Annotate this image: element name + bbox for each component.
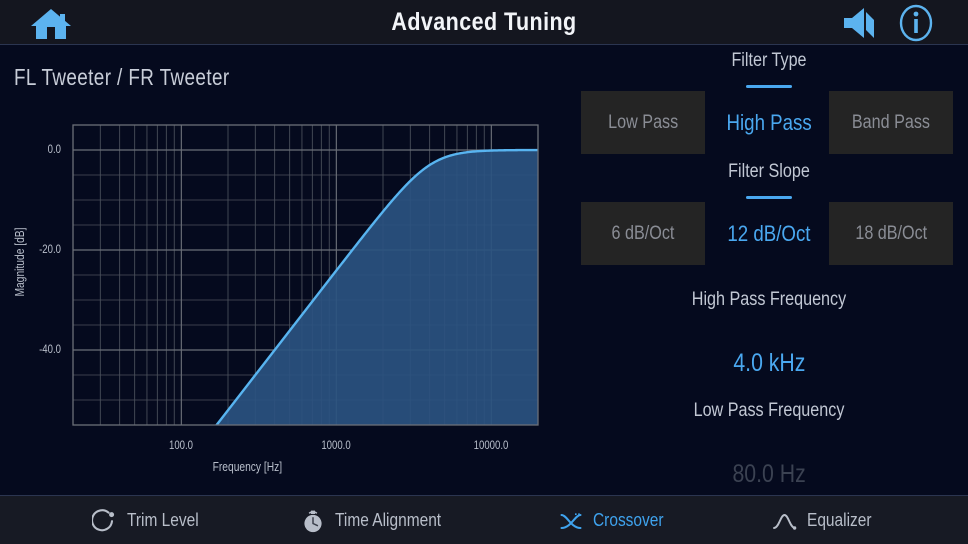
tab-time-alignment[interactable]: Time Alignment xyxy=(300,496,458,544)
filter-slope-option-6db-label: 6 dB/Oct xyxy=(611,223,675,244)
low-pass-frequency-value[interactable]: 80.0 Hz xyxy=(570,460,968,489)
tab-crossover-label: Crossover xyxy=(593,510,664,530)
high-pass-frequency-value[interactable]: 4.0 kHz xyxy=(570,349,968,378)
top-bar: Advanced Tuning xyxy=(0,0,968,45)
tab-equalizer-label: Equalizer xyxy=(807,510,872,530)
info-button[interactable] xyxy=(894,3,938,43)
filter-type-option-low-pass[interactable]: Low Pass xyxy=(581,91,705,154)
y-axis-label: Magnitude [dB] xyxy=(13,227,27,297)
filter-type-selection-indicator xyxy=(746,85,792,88)
filter-slope-option-6db[interactable]: 6 dB/Oct xyxy=(581,202,705,265)
x-tick-label: 1000.0 xyxy=(321,438,352,452)
channel-title: FL Tweeter / FR Tweeter xyxy=(14,64,230,90)
high-pass-frequency-value-text: 4.0 kHz xyxy=(732,349,806,377)
bottom-tab-bar: Trim Level Time Alignment Crossover Equa… xyxy=(0,495,968,544)
filter-type-option-band-pass[interactable]: Band Pass xyxy=(829,91,953,154)
low-pass-frequency-value-text: 80.0 Hz xyxy=(732,460,806,488)
filter-slope-selection-indicator xyxy=(746,196,792,199)
filter-type-option-low-pass-label: Low Pass xyxy=(607,112,679,133)
x-tick-label: 10000.0 xyxy=(473,438,509,452)
info-icon xyxy=(899,4,933,42)
filter-type-option-band-pass-label: Band Pass xyxy=(851,112,931,133)
y-tick-label: -40.0 xyxy=(39,342,61,356)
trim-level-icon xyxy=(92,508,115,531)
x-axis-label: Frequency [Hz] xyxy=(212,460,283,474)
tab-trim-level-label: Trim Level xyxy=(127,510,199,530)
advanced-tuning-screen: Advanced Tuning FL Tweeter / FR Tweeter xyxy=(0,0,968,544)
filter-type-option-high-pass-label: High Pass xyxy=(726,110,812,135)
tab-time-alignment-label: Time Alignment xyxy=(335,510,442,530)
high-pass-frequency-label: High Pass Frequency xyxy=(691,289,847,310)
filter-type-option-high-pass[interactable]: High Pass xyxy=(689,91,849,154)
speaker-button[interactable] xyxy=(840,6,884,40)
filter-slope-option-12db-label: 12 dB/Oct xyxy=(727,221,811,246)
filter-slope-label: Filter Slope xyxy=(728,161,810,182)
stopwatch-icon xyxy=(304,510,322,532)
speaker-icon xyxy=(844,8,874,38)
frequency-response-chart: Magnitude [dB] Frequency [Hz] 100.0 1000.… xyxy=(0,100,570,490)
plot-svg xyxy=(72,124,539,426)
response-fill xyxy=(73,150,538,425)
equalizer-icon xyxy=(773,513,797,530)
page-title: Advanced Tuning xyxy=(391,8,577,36)
tab-crossover[interactable]: Crossover xyxy=(558,496,675,544)
x-tick-label: 100.0 xyxy=(169,438,194,452)
y-tick-label: -20.0 xyxy=(39,242,61,256)
crossover-icon xyxy=(560,512,582,529)
filter-slope-option-18db[interactable]: 18 dB/Oct xyxy=(829,202,953,265)
tab-equalizer[interactable]: Equalizer xyxy=(772,496,882,544)
filter-type-label: Filter Type xyxy=(731,50,807,71)
low-pass-frequency-label: Low Pass Frequency xyxy=(693,400,845,421)
filter-slope-option-12db[interactable]: 12 dB/Oct xyxy=(689,202,849,265)
tab-trim-level[interactable]: Trim Level xyxy=(92,496,210,544)
filter-slope-option-18db-label: 18 dB/Oct xyxy=(855,223,927,244)
crossover-controls-panel: Filter Type Low Pass High Pass Band Pass… xyxy=(570,44,968,495)
y-tick-label: 0.0 xyxy=(47,142,61,156)
